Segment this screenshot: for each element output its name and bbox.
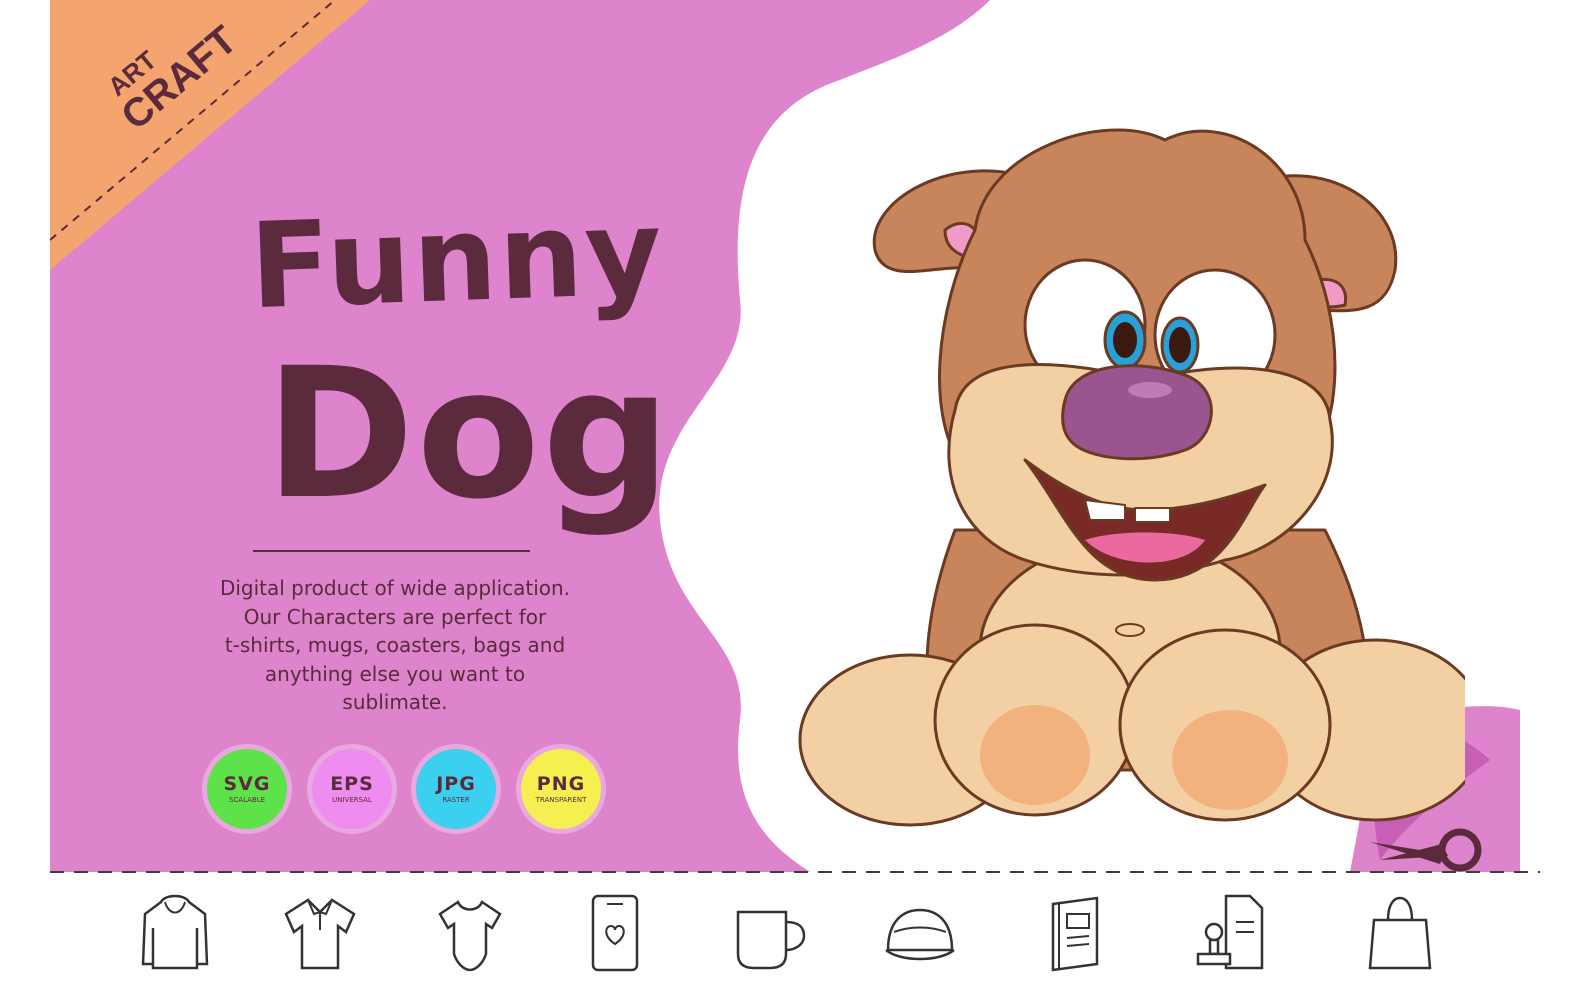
format-badge-eps: EPS UNIVERSAL: [312, 749, 392, 829]
description-line: t-shirts, mugs, coasters, bags and: [224, 633, 566, 657]
format-name: EPS: [330, 772, 374, 795]
description-line: Digital product of wide application.: [219, 576, 571, 600]
format-sub: TRANSPARENT: [535, 795, 587, 804]
notebook-icon: [1051, 896, 1099, 972]
format-name: PNG: [536, 772, 586, 795]
product-card: ART CRAFT Funny Dog Digital product of w…: [50, 0, 1540, 994]
format-sub: RASTER: [442, 795, 470, 804]
hoodie-icon: [141, 894, 209, 970]
description-line: anything else you want to: [264, 661, 526, 686]
format-badge-svg: SVG SCALABLE: [207, 749, 287, 829]
title-line1: Funny: [247, 182, 666, 336]
description-line: sublimate.: [342, 690, 448, 714]
cap-icon: [885, 908, 955, 961]
description-line: Our Characters are perfect for: [243, 604, 547, 629]
format-name: JPG: [436, 772, 476, 795]
baby-bodysuit-icon: [438, 900, 502, 972]
phone-case-icon: [591, 894, 639, 972]
format-sub: UNIVERSAL: [332, 795, 372, 804]
title-divider: [253, 550, 530, 552]
polo-shirt-icon: [284, 898, 356, 970]
shopping-bag-icon: [1368, 896, 1432, 970]
title-line2: Dog: [265, 330, 673, 539]
stamp-icon: [1196, 894, 1264, 970]
format-badge-jpg: JPG RASTER: [416, 749, 496, 829]
product-icons: [50, 880, 1540, 994]
dog-nose: [1061, 364, 1213, 461]
mug-icon: [736, 910, 806, 970]
format-name: SVG: [223, 772, 271, 795]
description: Digital product of wide application. Our…: [190, 574, 600, 717]
format-badge-png: PNG TRANSPARENT: [521, 749, 601, 829]
dog-illustration: [798, 128, 1465, 827]
format-sub: SCALABLE: [228, 795, 266, 804]
